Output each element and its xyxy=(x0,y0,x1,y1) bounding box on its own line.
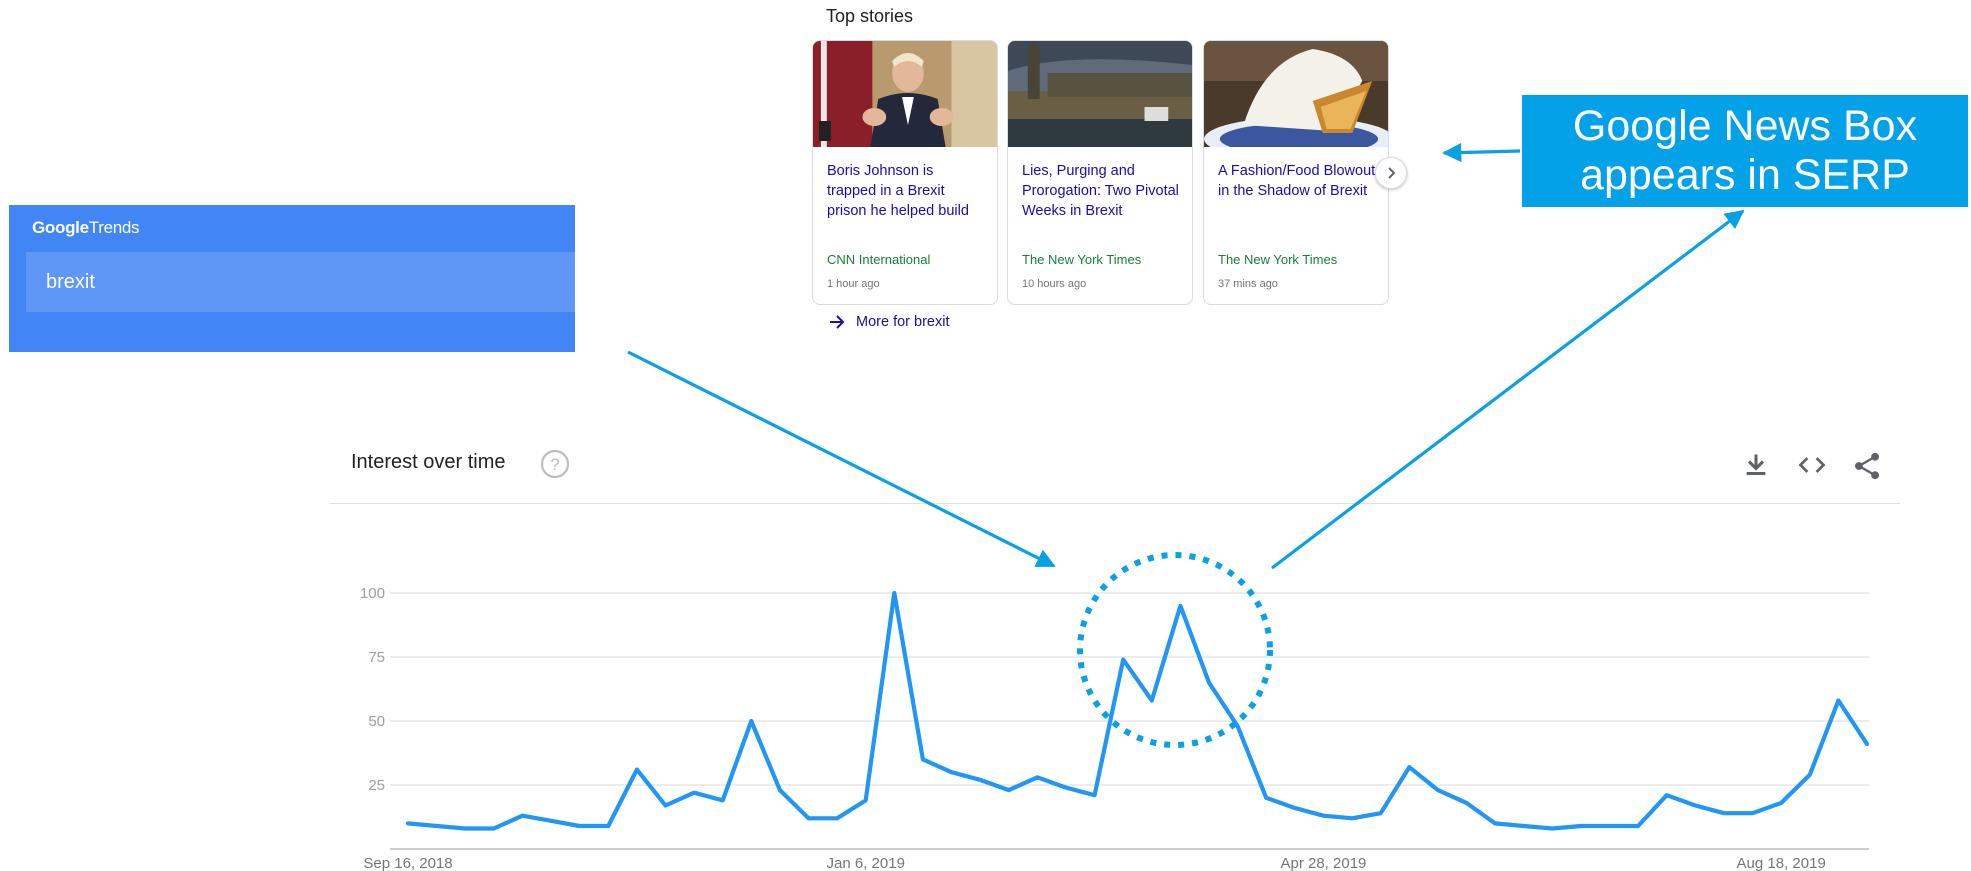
highlight-circle xyxy=(1077,552,1273,748)
x-tick-label: Sep 16, 2018 xyxy=(363,855,452,871)
y-tick-label: 50 xyxy=(368,713,385,730)
x-tick-label: Jan 6, 2019 xyxy=(827,855,905,871)
x-tick-label: Apr 28, 2019 xyxy=(1280,855,1366,871)
series-line xyxy=(405,590,1870,831)
y-tick-label: 100 xyxy=(360,585,385,602)
annotation-arrow-search-to-spike xyxy=(627,350,1056,568)
y-tick-label: 75 xyxy=(368,649,385,666)
interest-over-time-chart: 25 50 75 100 Sep 16, 2018 Jan 6, 2019 Apr 28,… xyxy=(360,142,1870,871)
annotation-arrow-callout-to-newsbox xyxy=(1442,142,1521,163)
y-tick-label: 25 xyxy=(368,777,385,794)
x-tick-label: Aug 18, 2019 xyxy=(1737,855,1826,871)
annotation-arrow-spike-to-callout xyxy=(1271,209,1745,570)
